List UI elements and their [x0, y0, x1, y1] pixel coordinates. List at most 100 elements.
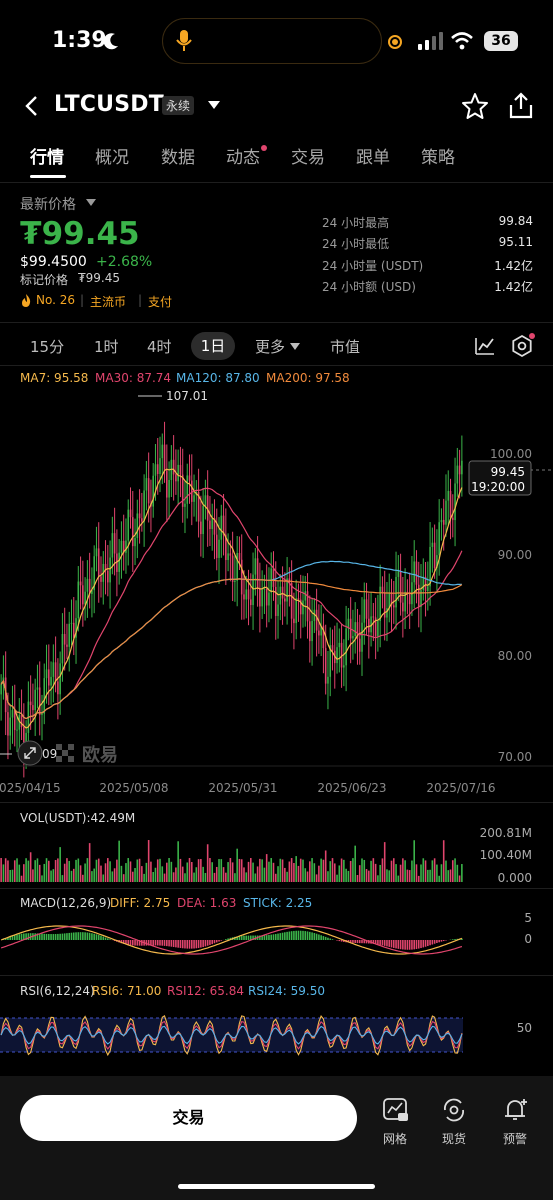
price-chart[interactable]: 100.00 90.00 80.00 70.00 2025/04/15 2025…	[0, 388, 553, 800]
caret-down-icon[interactable]	[290, 343, 300, 351]
spot-label[interactable]: 现货	[434, 1130, 474, 1147]
macd-histogram-bar	[57, 933, 59, 940]
macd-histogram-bar	[188, 940, 191, 949]
candle-body	[100, 576, 102, 582]
tab-data[interactable]: 数据	[161, 143, 195, 168]
macd-histogram-bar	[268, 934, 270, 940]
candle-body	[134, 537, 136, 547]
macd-histogram-bar	[172, 940, 175, 948]
volume-bar	[166, 862, 168, 882]
stat-label: 24 小时额 (USD)	[322, 280, 416, 294]
grid-bot-label[interactable]: 网格	[375, 1130, 415, 1147]
timeframe-more[interactable]: 更多	[255, 336, 285, 357]
macd-histogram-bar	[263, 935, 266, 940]
tab-news[interactable]: 动态	[226, 143, 260, 168]
tag-mainstream[interactable]: 主流币	[90, 293, 126, 310]
timeframe-4h[interactable]: 4时	[147, 336, 172, 357]
expand-icon[interactable]	[17, 740, 43, 766]
macd-histogram-bar	[413, 940, 415, 950]
volume-bar	[118, 840, 120, 882]
candle-body	[45, 669, 48, 679]
candle-body	[41, 713, 43, 716]
mic-icon	[176, 30, 192, 51]
volume-bar	[343, 859, 345, 882]
candle-body	[315, 609, 318, 631]
tab-copy[interactable]: 跟单	[356, 143, 390, 168]
volume-bar	[331, 858, 334, 882]
macd-histogram-bar	[93, 933, 95, 940]
candle-body	[34, 689, 36, 711]
volume-bar	[333, 863, 336, 882]
stat-value: 95.11	[498, 235, 533, 249]
candle-body	[220, 515, 223, 540]
stat-value: 1.42亿	[494, 259, 533, 273]
chevron-down-icon[interactable]	[207, 100, 221, 110]
volume-bar	[84, 863, 86, 882]
macd-histogram-bar	[218, 940, 220, 942]
market-cap-tab[interactable]: 市值	[330, 336, 360, 357]
candle-body	[261, 589, 263, 607]
alert-label[interactable]: 预警	[495, 1130, 535, 1147]
grid-bot-icon[interactable]	[382, 1097, 408, 1123]
spot-icon[interactable]	[441, 1097, 467, 1123]
volume-bar	[377, 875, 379, 882]
volume-bar	[438, 875, 440, 882]
volume-bar	[229, 858, 232, 882]
ma-line	[0, 560, 462, 720]
macd-tick: 5	[524, 911, 532, 925]
candle-body	[7, 712, 9, 736]
chart-low-label: 09	[42, 747, 57, 761]
volume-bar	[417, 875, 420, 882]
macd-histogram-bar	[311, 932, 313, 940]
volume-bar	[427, 869, 429, 882]
tab-trade[interactable]: 交易	[291, 143, 325, 168]
volume-bar	[381, 858, 384, 882]
candle-body	[249, 599, 252, 606]
back-arrow-icon[interactable]	[24, 95, 40, 117]
candle-body	[209, 520, 211, 530]
volume-bar	[306, 871, 309, 882]
tab-strategy[interactable]: 策略	[421, 143, 455, 168]
volume-bar	[177, 841, 179, 882]
candle-body	[9, 717, 12, 736]
latest-price-label[interactable]: 最新价格	[20, 194, 76, 214]
candle-body	[259, 588, 261, 607]
candle-body	[243, 594, 245, 600]
timeframe-1d[interactable]: 1日	[191, 332, 235, 360]
volume-bar	[57, 858, 59, 882]
tab-market[interactable]: 行情	[30, 143, 64, 168]
macd-histogram-bar	[175, 940, 177, 948]
volume-bar	[11, 869, 14, 882]
macd-histogram-bar	[354, 940, 356, 943]
volume-bar	[411, 860, 413, 882]
volume-bar	[125, 863, 127, 882]
settings-dot-badge	[529, 333, 535, 339]
macd-histogram-bar	[77, 932, 80, 940]
candle-body	[363, 599, 366, 623]
volume-bar	[134, 868, 136, 882]
timeframe-1h[interactable]: 1时	[94, 336, 119, 357]
tab-overview[interactable]: 概况	[95, 143, 129, 168]
candle-body	[54, 662, 57, 682]
caret-down-icon[interactable]	[86, 199, 96, 207]
macd-histogram-bar	[200, 940, 202, 948]
candle-body	[72, 622, 75, 638]
tag-payment[interactable]: 支付	[148, 293, 172, 310]
alert-bell-icon[interactable]	[502, 1096, 530, 1122]
volume-bar	[338, 865, 341, 882]
rank-badge[interactable]: No. 26	[36, 293, 75, 307]
chart-high-label: 107.01	[166, 389, 208, 403]
star-icon[interactable]	[461, 92, 489, 120]
rsi6-value: RSI6: 71.00	[92, 984, 162, 998]
share-icon[interactable]	[508, 92, 534, 120]
candle-body	[52, 662, 55, 677]
rsi-label: RSI(6,12,24)	[20, 984, 95, 998]
volume-bar	[32, 869, 34, 882]
trade-button[interactable]: 交易	[20, 1095, 357, 1141]
symbol-title[interactable]: LTCUSDT	[54, 92, 164, 117]
candle-body	[381, 586, 384, 594]
volume-bar	[23, 864, 25, 882]
timeframe-15m[interactable]: 15分	[30, 336, 64, 357]
indicator-icon[interactable]	[474, 336, 496, 356]
volume-bar	[361, 858, 363, 882]
